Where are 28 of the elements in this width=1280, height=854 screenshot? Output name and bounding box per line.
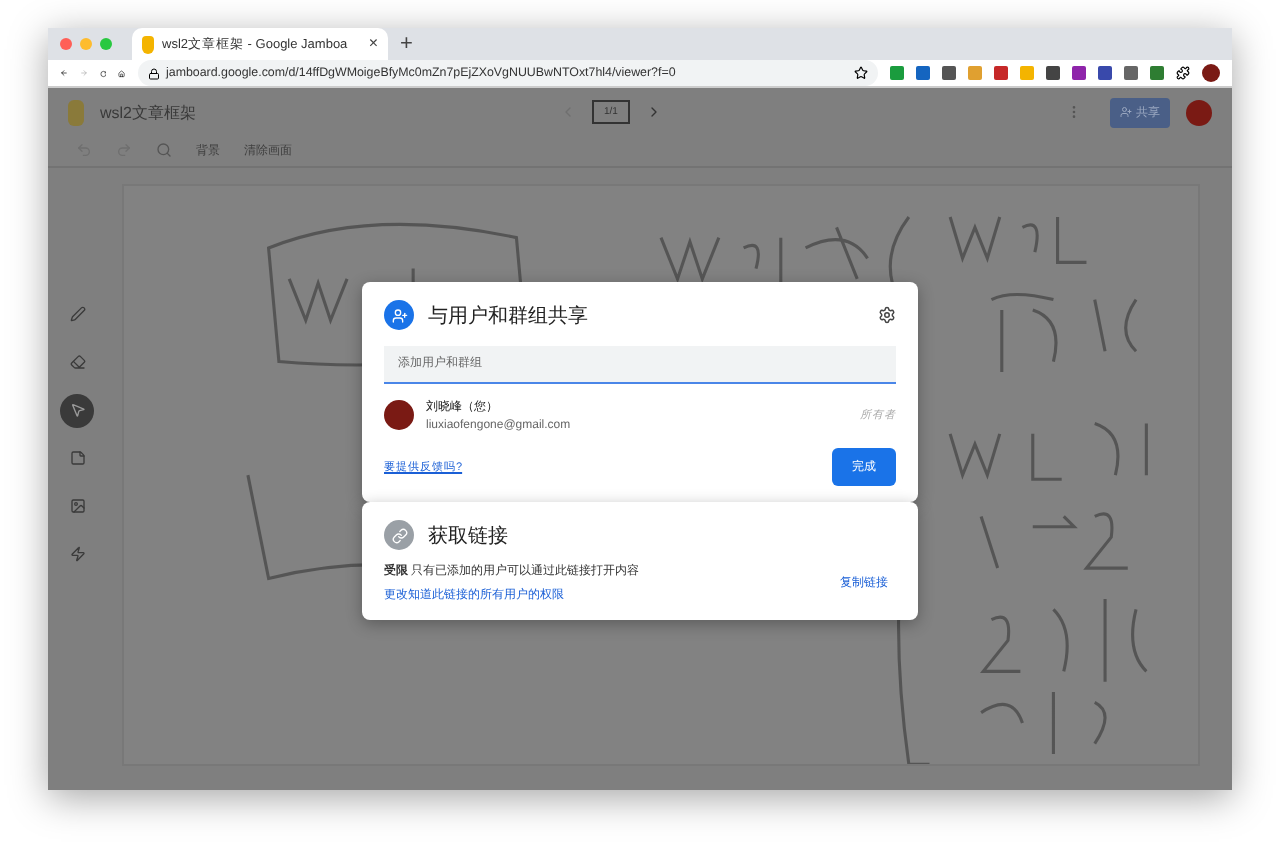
lock-icon bbox=[148, 67, 160, 80]
dialog-title: 与用户和群组共享 bbox=[428, 303, 590, 329]
maximize-window-dot[interactable] bbox=[100, 38, 112, 50]
star-icon[interactable] bbox=[854, 66, 868, 81]
zoom-icon[interactable] bbox=[156, 142, 172, 159]
add-person-icon bbox=[384, 300, 414, 330]
eraser-icon bbox=[69, 354, 85, 371]
home-icon[interactable] bbox=[118, 65, 126, 82]
app-logo-icon bbox=[68, 99, 84, 126]
image-icon bbox=[69, 498, 85, 515]
close-window-dot[interactable] bbox=[60, 38, 72, 50]
close-tab-button[interactable]: × bbox=[368, 36, 378, 52]
sticky-note-icon bbox=[69, 450, 85, 467]
pen-icon bbox=[69, 306, 85, 323]
profile-avatar[interactable] bbox=[1202, 64, 1220, 83]
new-tab-button[interactable]: + bbox=[400, 33, 413, 55]
board-title: wsl2文章框架 bbox=[100, 101, 199, 124]
pointer-icon bbox=[69, 402, 85, 419]
dialog-title: 获取链接 bbox=[428, 523, 510, 549]
app-logo-icon bbox=[142, 35, 154, 53]
link-icon bbox=[384, 520, 414, 550]
tool-button[interactable] bbox=[60, 393, 94, 428]
avatar-icon bbox=[384, 400, 414, 430]
minimize-window-dot[interactable] bbox=[80, 38, 92, 50]
add-person-icon bbox=[1120, 106, 1132, 119]
lightning-icon bbox=[69, 546, 85, 563]
settings-icon[interactable] bbox=[878, 306, 896, 324]
extensions-icon[interactable] bbox=[1176, 66, 1190, 81]
